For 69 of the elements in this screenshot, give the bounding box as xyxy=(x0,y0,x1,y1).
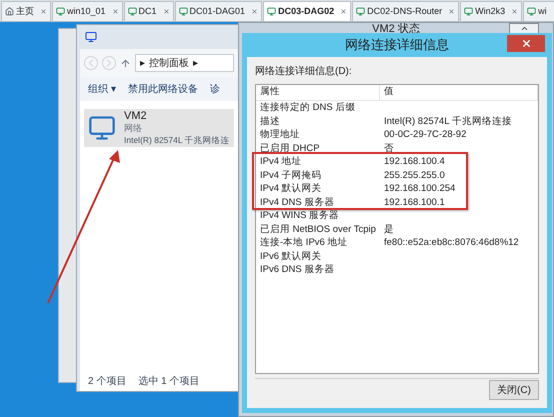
tab[interactable]: DC02-DNS-Router xyxy=(352,1,460,21)
value-cell-text: fe80::e52a:eb8c:8076:46d8%12 xyxy=(383,236,520,250)
monitor-icon xyxy=(267,7,276,16)
list-label: 网络连接详细信息(D): xyxy=(255,65,353,79)
column-header[interactable]: 属性 xyxy=(256,85,380,100)
property-cell-text: 物理地址 xyxy=(259,128,300,142)
tab[interactable]: Win2k3 xyxy=(460,1,522,21)
toolbar-button[interactable]: 组织 ▾ xyxy=(88,82,116,96)
property-cell-text: 连接特定的 DNS 后缀 xyxy=(259,101,356,114)
close-icon[interactable] xyxy=(511,8,518,15)
collapse-button[interactable] xyxy=(509,23,539,34)
caret-icon xyxy=(520,24,528,33)
close-icon[interactable] xyxy=(40,8,47,15)
tab[interactable]: wi xyxy=(523,1,554,21)
value-cell-text: Intel(R) 82574L 千兆网络连接 xyxy=(383,114,513,128)
adapter-name: VM2 xyxy=(124,110,148,122)
property-cell-text: 已启用 DHCP xyxy=(259,142,320,155)
toolbar-button[interactable]: 诊 xyxy=(210,82,220,96)
value-cell-text: 192.168.100.4 xyxy=(383,155,446,168)
property-cell-text: 连接-本地 IPv6 地址 xyxy=(259,236,348,250)
close-icon[interactable] xyxy=(251,8,258,15)
property-cell-text: IPv4 默认网关 xyxy=(259,182,322,196)
close-icon[interactable] xyxy=(162,8,170,15)
value-cell-text: 192.168.100.254 xyxy=(383,182,456,196)
status-text: 2 个项目 xyxy=(88,374,126,388)
property-cell-text: IPv6 默认网关 xyxy=(259,250,322,263)
home-icon xyxy=(5,7,14,16)
monitor-icon xyxy=(464,7,474,16)
close-dialog-button[interactable]: 关闭(C) xyxy=(489,380,539,400)
tab[interactable]: 主页 xyxy=(1,1,51,21)
tab[interactable]: DC1 xyxy=(124,1,174,21)
property-cell-text: IPv4 地址 xyxy=(259,155,302,168)
value-cell-text: 是 xyxy=(383,222,395,236)
property-cell-text: IPv4 WINS 服务器 xyxy=(259,209,340,222)
dialog-title: 网络连接详细信息 xyxy=(345,36,449,54)
toolbar-button[interactable]: 禁用此网络设备 xyxy=(128,82,198,96)
close-icon[interactable] xyxy=(340,8,348,15)
adapter-description: Intel(R) 82574L 千兆网络连 xyxy=(124,134,230,146)
up-icon[interactable] xyxy=(120,58,131,68)
monitor-icon xyxy=(56,7,65,16)
network-item[interactable]: VM2 网络 Intel(R) 82574L 千兆网络连 xyxy=(84,109,234,147)
monitor-icon xyxy=(178,7,188,16)
value-cell-text: 192.168.100.1 xyxy=(383,196,446,209)
breadcrumb-text[interactable]: 控制面板 xyxy=(149,56,189,70)
monitor-icon xyxy=(128,7,137,16)
status-text: 选中 1 个项目 xyxy=(138,374,200,388)
close-icon[interactable] xyxy=(112,8,119,15)
adapter-status: 网络 xyxy=(124,122,143,134)
monitor-icon xyxy=(527,7,536,16)
property-cell-text: 已启用 NetBIOS over Tcpip xyxy=(259,222,376,236)
property-cell-text: IPv6 DNS 服务器 xyxy=(259,263,334,276)
monitor-icon xyxy=(356,7,366,16)
property-cell-text: IPv4 子网掩码 xyxy=(259,168,322,182)
breadcrumb-text[interactable]: ▸ xyxy=(193,56,198,70)
tab[interactable]: DC03-DAG02 xyxy=(263,1,352,21)
property-cell-text: 描述 xyxy=(259,114,280,128)
address-bar[interactable]: ▸ 控制面板 ▸ xyxy=(135,54,234,72)
value-cell-text: 00-0C-29-7C-28-92 xyxy=(383,128,468,142)
tab[interactable]: win10_01 xyxy=(52,1,123,21)
network-adapter-icon xyxy=(88,114,116,142)
close-icon[interactable] xyxy=(448,8,456,15)
breadcrumb-text[interactable]: ▸ xyxy=(140,56,145,70)
close-button[interactable] xyxy=(507,35,545,52)
column-header[interactable]: 值 xyxy=(380,85,538,100)
property-cell-text: IPv4 DNS 服务器 xyxy=(259,196,334,209)
value-cell-text: 255.255.255.0 xyxy=(383,168,446,182)
tab[interactable]: DC01-DAG01 xyxy=(174,1,262,21)
close-icon xyxy=(520,38,532,49)
value-cell-text: 否 xyxy=(383,142,395,155)
